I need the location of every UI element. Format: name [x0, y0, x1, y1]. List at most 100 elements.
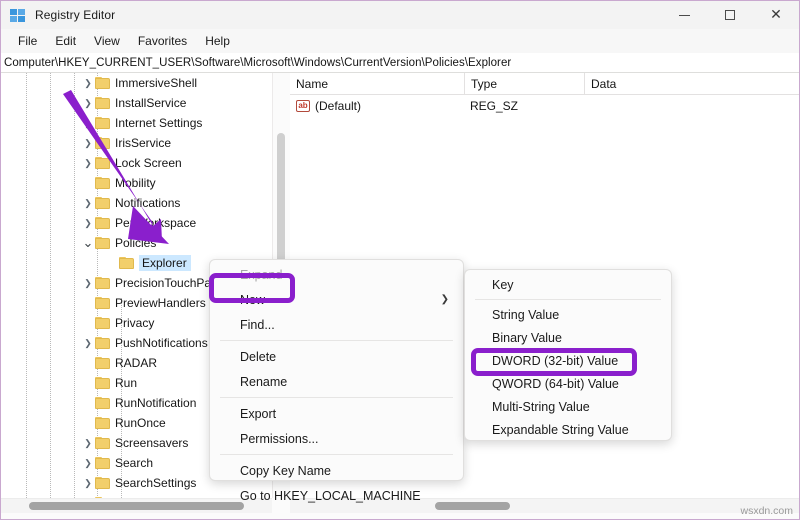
submenu-item-binary-value[interactable]: Binary Value: [465, 326, 671, 349]
window-title: Registry Editor: [35, 8, 115, 22]
context-menu-item-delete[interactable]: Delete: [210, 344, 463, 369]
chevron-right-icon[interactable]: ❯: [81, 113, 95, 133]
new-submenu[interactable]: Key String Value Binary Value DWORD (32-bit…: [464, 269, 672, 441]
folder-icon: [95, 417, 110, 429]
submenu-item-key[interactable]: Key: [465, 273, 671, 296]
tree-item-notifications[interactable]: ❯Notifications: [1, 193, 272, 213]
folder-icon: [95, 277, 110, 289]
menu-separator: [220, 340, 453, 341]
context-menu-item-find[interactable]: Find...: [210, 312, 463, 337]
folder-icon: [95, 177, 110, 189]
close-button[interactable]: ✕: [753, 1, 799, 29]
tree-item-label: ImmersiveShell: [115, 75, 197, 91]
submenu-item-label: String Value: [492, 308, 559, 322]
context-menu-item-permissions[interactable]: Permissions...: [210, 426, 463, 451]
chevron-right-icon[interactable]: ❯: [81, 153, 95, 173]
submenu-item-label: Expandable String Value: [492, 423, 629, 437]
tree-item-irisservice[interactable]: ❯ IrisService: [1, 133, 272, 153]
minimize-icon: [679, 15, 690, 16]
tree-item-installservice[interactable]: ❯ InstallService: [1, 93, 272, 113]
menu-separator: [220, 397, 453, 398]
chevron-right-icon[interactable]: ❯: [81, 433, 95, 453]
menu-help[interactable]: Help: [196, 31, 239, 51]
tree-item-label: Search: [115, 455, 153, 471]
tree-item-penworkspace[interactable]: ❯PenWorkspace: [1, 213, 272, 233]
tree-item-label: PushNotifications: [115, 335, 208, 351]
address-bar[interactable]: Computer\HKEY_CURRENT_USER\Software\Micr…: [1, 53, 799, 73]
folder-icon: [95, 357, 110, 369]
context-menu-item-label: Expand: [240, 268, 282, 282]
context-menu-item-export[interactable]: Export: [210, 401, 463, 426]
tree-item-policies[interactable]: ⌄ Policies: [1, 233, 272, 253]
menu-separator: [475, 299, 661, 300]
maximize-button[interactable]: [707, 1, 753, 29]
menu-edit[interactable]: Edit: [46, 31, 85, 51]
submenu-item-label: Key: [492, 278, 514, 292]
context-menu-item-label: Rename: [240, 375, 287, 389]
tree-item-mobility[interactable]: Mobility: [1, 173, 272, 193]
tree-spacer: [81, 393, 95, 413]
maximize-icon: [725, 10, 735, 20]
submenu-item-string-value[interactable]: String Value: [465, 303, 671, 326]
registry-editor-icon: [10, 7, 27, 24]
tree-item-label: RunNotification: [115, 395, 196, 411]
context-menu-item-copy-key-name[interactable]: Copy Key Name: [210, 458, 463, 483]
chevron-right-icon[interactable]: ❯: [81, 93, 95, 113]
minimize-button[interactable]: [661, 1, 707, 29]
context-menu-item-go-to-hkey-local-machine[interactable]: Go to HKEY_LOCAL_MACHINE: [210, 483, 463, 508]
tree-spacer: [81, 353, 95, 373]
tree-item-label: SearchSettings: [115, 475, 196, 491]
folder-icon: [95, 117, 110, 129]
tree-item-label: RunOnce: [115, 415, 166, 431]
folder-icon: [95, 317, 110, 329]
table-row[interactable]: ab (Default) REG_SZ: [290, 95, 799, 117]
tree-item-label: InstallService: [115, 95, 186, 111]
chevron-down-icon[interactable]: ⌄: [81, 233, 95, 253]
registry-editor-window: Registry Editor ✕ File Edit View Favorit…: [0, 0, 800, 520]
submenu-item-label: Multi-String Value: [492, 400, 590, 414]
tree-item-label: Policies: [115, 235, 156, 251]
tree-item-label: IrisService: [115, 135, 171, 151]
context-menu[interactable]: Expand New❯Find... Delete Rename Export Permi…: [209, 259, 464, 481]
chevron-right-icon[interactable]: ❯: [81, 453, 95, 473]
tree-item-immersiveshell[interactable]: ❯ ImmersiveShell: [1, 73, 272, 93]
context-menu-item-new[interactable]: New❯: [210, 287, 463, 312]
folder-icon: [119, 257, 134, 269]
column-header-name[interactable]: Name: [290, 73, 465, 95]
tree-item-lock-screen[interactable]: ❯Lock Screen: [1, 153, 272, 173]
registry-path: Computer\HKEY_CURRENT_USER\Software\Micr…: [1, 57, 511, 69]
tree-item-label: Privacy: [115, 315, 154, 331]
chevron-right-icon[interactable]: ❯: [81, 473, 95, 493]
menu-separator: [220, 454, 453, 455]
submenu-item-dword-32-bit-value[interactable]: DWORD (32-bit) Value: [465, 349, 671, 372]
menu-file[interactable]: File: [9, 31, 46, 51]
context-menu-item-label: Export: [240, 407, 276, 421]
folder-icon: [95, 457, 110, 469]
folder-icon: [95, 377, 110, 389]
context-menu-item-label: Permissions...: [240, 432, 319, 446]
tree-item-internet-settings[interactable]: ❯Internet Settings: [1, 113, 272, 133]
context-menu-item-label: Copy Key Name: [240, 464, 331, 478]
folder-icon: [95, 197, 110, 209]
chevron-right-icon[interactable]: ❯: [81, 133, 95, 153]
column-header-data[interactable]: Data: [585, 73, 799, 95]
folder-icon: [95, 137, 110, 149]
chevron-right-icon[interactable]: ❯: [81, 73, 95, 93]
chevron-right-icon[interactable]: ❯: [81, 273, 95, 293]
menu-favorites[interactable]: Favorites: [129, 31, 196, 51]
tree-item-label: Mobility: [115, 175, 156, 191]
context-menu-item-rename[interactable]: Rename: [210, 369, 463, 394]
folder-icon: [95, 397, 110, 409]
column-header-type[interactable]: Type: [465, 73, 585, 95]
submenu-item-qword-64-bit-value[interactable]: QWORD (64-bit) Value: [465, 372, 671, 395]
submenu-item-label: QWORD (64-bit) Value: [492, 377, 619, 391]
chevron-right-icon[interactable]: ❯: [81, 213, 95, 233]
chevron-right-icon[interactable]: ❯: [81, 333, 95, 353]
submenu-item-multi-string-value[interactable]: Multi-String Value: [465, 395, 671, 418]
folder-icon: [95, 337, 110, 349]
chevron-right-icon[interactable]: ❯: [81, 193, 95, 213]
submenu-item-label: DWORD (32-bit) Value: [492, 354, 618, 368]
menu-view[interactable]: View: [85, 31, 129, 51]
submenu-item-expandable-string-value[interactable]: Expandable String Value: [465, 418, 671, 441]
folder-icon: [95, 157, 110, 169]
